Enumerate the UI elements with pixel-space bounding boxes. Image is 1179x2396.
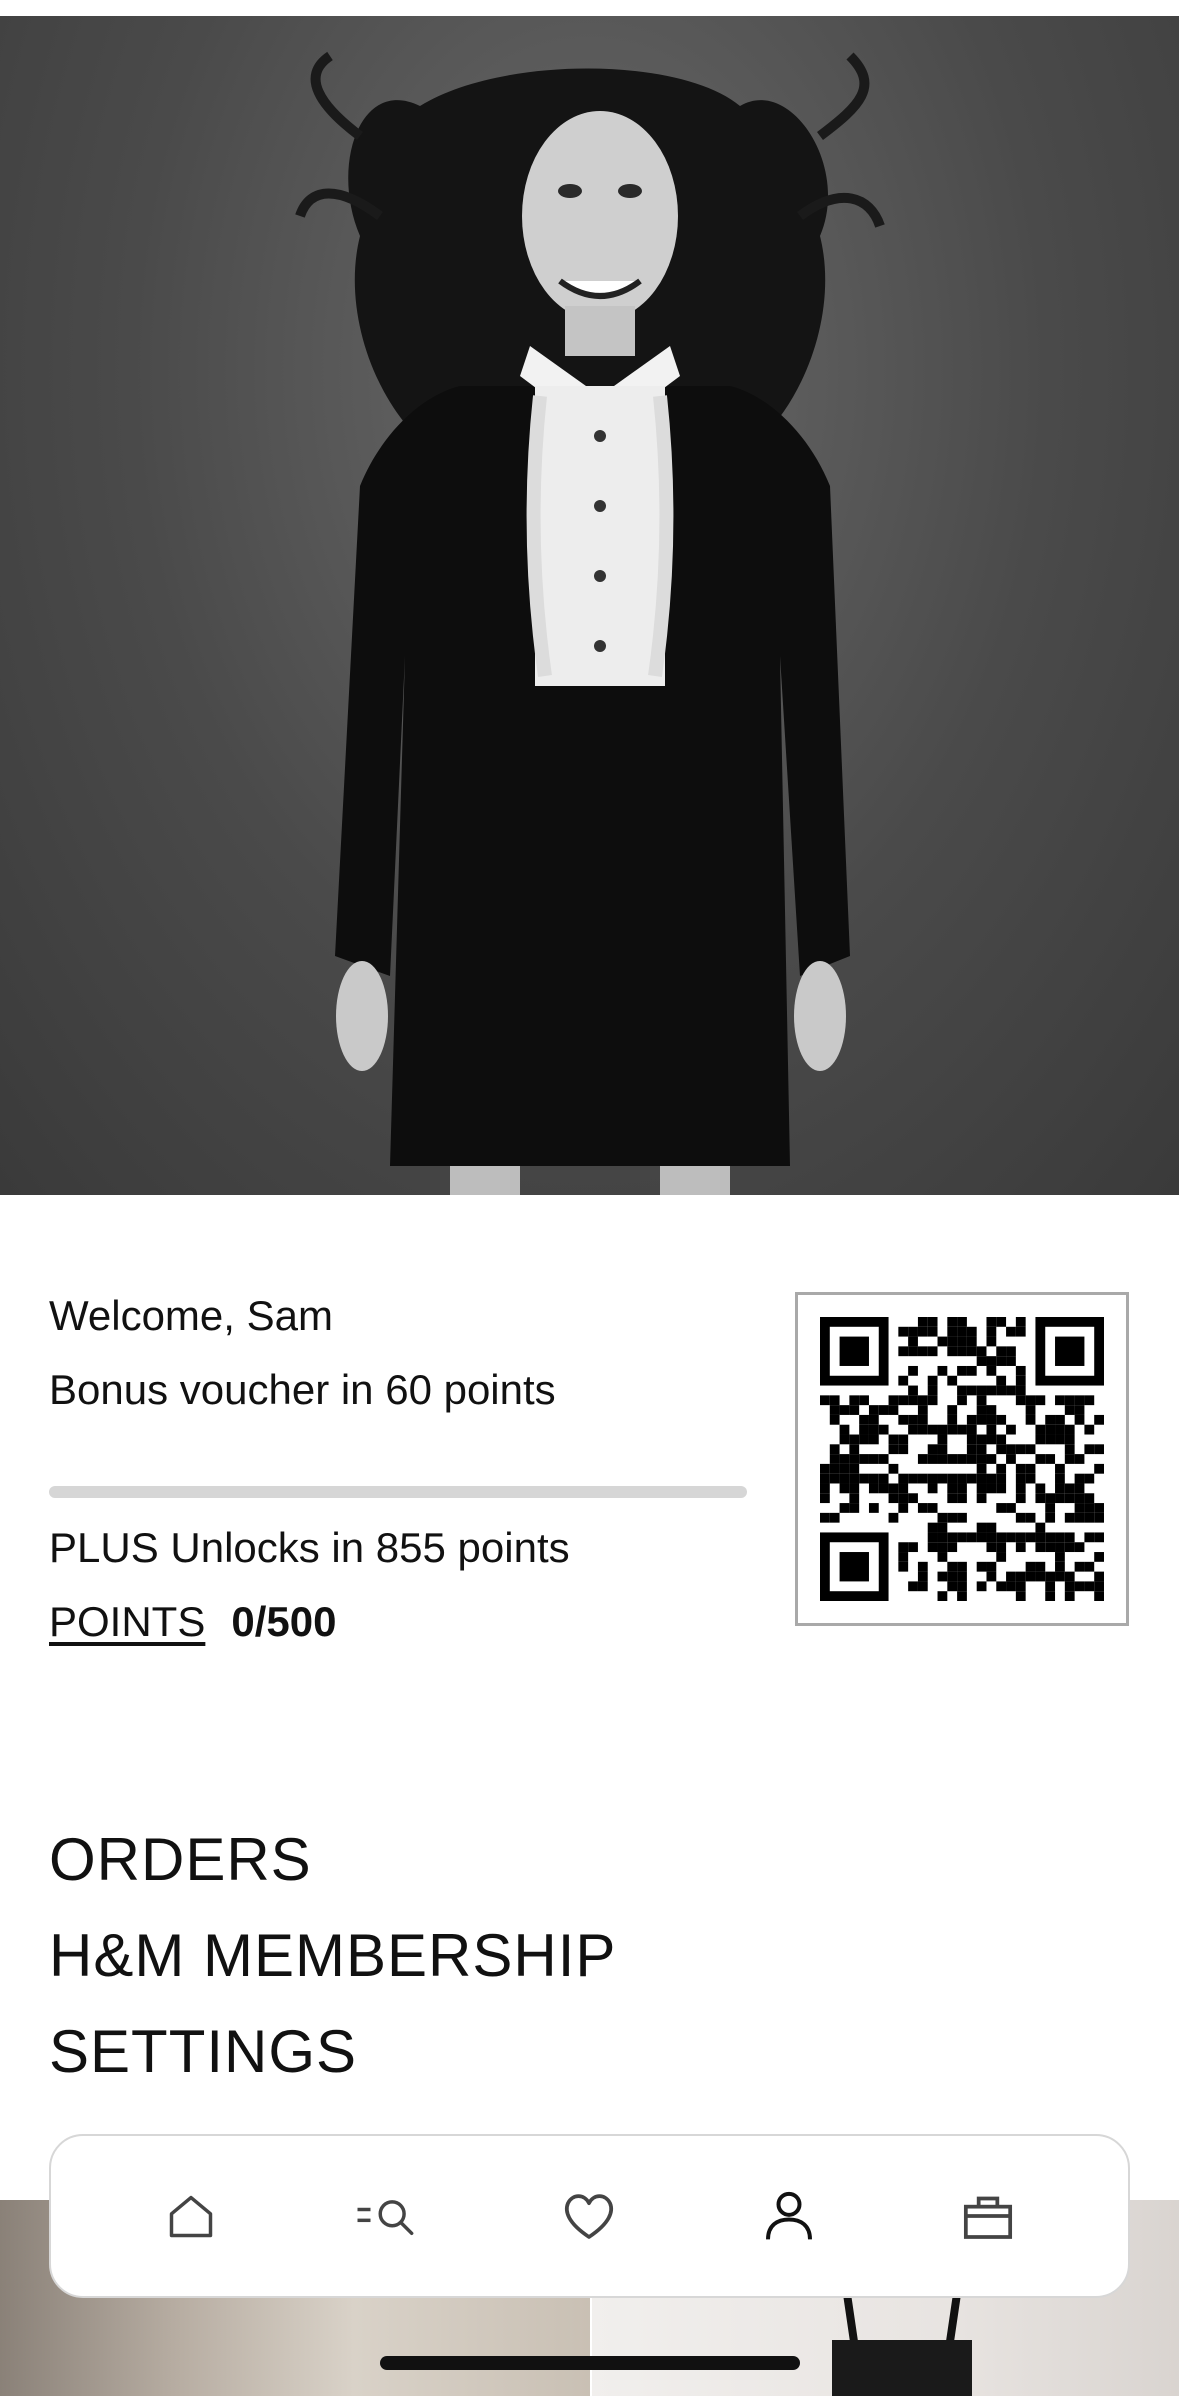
points-progress-bar: [49, 1486, 747, 1498]
points-value: 0/500: [231, 1598, 337, 1645]
membership-link[interactable]: H&M MEMBERSHIP: [49, 1908, 616, 2004]
account-icon: [765, 2191, 812, 2240]
home-indicator[interactable]: [380, 2356, 800, 2370]
qr-code-icon: [820, 1317, 1104, 1601]
settings-link[interactable]: SETTINGS: [49, 2004, 616, 2100]
bottom-nav-bar: [49, 2134, 1130, 2298]
orders-link[interactable]: ORDERS: [49, 1812, 616, 1908]
search-icon: [357, 2200, 414, 2236]
plus-unlock-text: PLUS Unlocks in 855 points: [49, 1524, 570, 1571]
nav-bag[interactable]: [943, 2171, 1033, 2261]
hero-image: [0, 16, 1179, 1195]
nav-account[interactable]: [744, 2171, 834, 2261]
welcome-text: Welcome, Sam: [49, 1292, 333, 1339]
points-link[interactable]: POINTS: [49, 1596, 205, 1648]
home-icon: [169, 2195, 212, 2238]
bonus-voucher-text: Bonus voucher in 60 points: [49, 1366, 556, 1413]
nav-favourites[interactable]: [544, 2171, 634, 2261]
nav-search[interactable]: [345, 2171, 435, 2261]
nav-home[interactable]: [146, 2171, 236, 2261]
account-menu: ORDERS H&M MEMBERSHIP SETTINGS: [49, 1812, 616, 2100]
heart-icon: [565, 2194, 614, 2239]
points-row: POINTS 0/500: [49, 1596, 336, 1648]
account-page: Welcome, Sam Bonus voucher in 60 points …: [0, 0, 1179, 2396]
bag-icon: [964, 2196, 1013, 2239]
membership-qr-code[interactable]: [795, 1292, 1129, 1626]
